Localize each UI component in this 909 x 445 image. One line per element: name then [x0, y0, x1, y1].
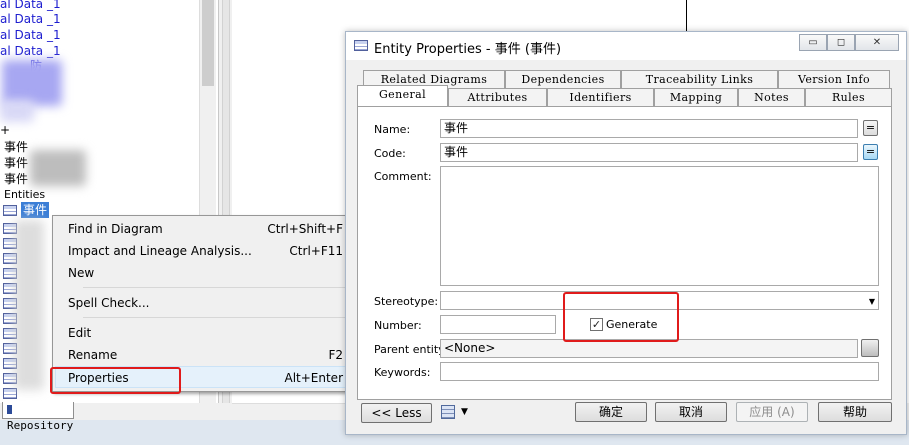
comment-textarea[interactable] — [440, 166, 879, 286]
menu-item-find-in-diagram[interactable]: Find in Diagram Ctrl+Shift+F — [55, 218, 362, 240]
table-icon — [3, 388, 17, 399]
context-menu: Find in Diagram Ctrl+Shift+F Impact and … — [52, 215, 365, 392]
tree-item-data[interactable]: al Data _1 — [0, 11, 61, 27]
name-field[interactable]: 事件 — [440, 119, 858, 138]
entity-properties-dialog: Entity Properties - 事件 (事件) ▭ ◻ ✕ Relate… — [345, 31, 907, 435]
tree-folder-entities[interactable]: Entities — [4, 187, 45, 203]
tree-item-selected-entity[interactable]: 事件 — [21, 202, 50, 218]
chevron-down-icon: ▼ — [868, 297, 875, 306]
menu-item-shortcut: Ctrl+Shift+F — [267, 222, 343, 236]
tab-identifiers[interactable]: Identifiers — [547, 88, 654, 106]
general-tab-panel: Name: 事件 = Code: 事件 = Comment: Stereotyp… — [357, 106, 892, 400]
keywords-field[interactable] — [440, 362, 879, 381]
tree-item-event[interactable]: 事件 — [4, 171, 28, 187]
minimize-button[interactable]: ▭ — [799, 34, 827, 51]
number-field[interactable] — [440, 315, 556, 334]
tab-notes[interactable]: Notes — [738, 88, 805, 106]
scrollbar-thumb[interactable] — [202, 0, 214, 86]
entity-icon — [354, 40, 368, 51]
tab-general[interactable]: General — [357, 85, 448, 106]
close-button[interactable]: ✕ — [855, 34, 899, 51]
menu-item-edit[interactable]: Edit ▶ — [55, 322, 362, 344]
menu-item-new[interactable]: New ▶ — [55, 262, 362, 284]
menu-item-label: Spell Check... — [68, 296, 150, 310]
highlight-box-generate — [563, 292, 679, 342]
cancel-button[interactable]: 取消 — [655, 402, 727, 422]
tab-attributes[interactable]: Attributes — [448, 88, 547, 106]
chevron-down-icon[interactable]: ▼ — [461, 407, 468, 417]
diagram-connector-line — [686, 0, 687, 31]
code-name-sync-button[interactable]: = — [863, 144, 878, 160]
dialog-title: Entity Properties - 事件 (事件) — [374, 42, 562, 57]
dialog-title-bar[interactable]: Entity Properties - 事件 (事件) ▭ ◻ ✕ — [346, 32, 906, 60]
tree-item-data[interactable]: al Data _1 — [0, 27, 61, 43]
repository-icon — [7, 405, 12, 414]
tab-rules[interactable]: Rules — [805, 88, 892, 106]
tab-version-info[interactable]: Version Info — [778, 70, 890, 88]
menu-item-label: Impact and Lineage Analysis... — [68, 244, 252, 258]
menu-item-spell-check[interactable]: Spell Check... — [55, 292, 362, 314]
pixelated-region — [14, 220, 44, 390]
help-button[interactable]: 帮助 — [818, 402, 892, 422]
properties-icon[interactable] — [861, 339, 879, 357]
stereotype-label: Stereotype: — [374, 295, 439, 308]
ok-button[interactable]: 确定 — [575, 402, 647, 422]
tree-item-event[interactable]: 事件 — [4, 155, 28, 171]
maximize-button[interactable]: ◻ — [827, 34, 855, 51]
comment-label: Comment: — [374, 170, 432, 183]
menu-icon[interactable] — [441, 405, 455, 419]
tab-dependencies[interactable]: Dependencies — [505, 70, 621, 88]
menu-item-shortcut: Alt+Enter — [284, 371, 343, 385]
horizontal-scrollbar[interactable] — [232, 403, 346, 420]
code-field[interactable]: 事件 — [440, 143, 858, 162]
menu-item-rename[interactable]: Rename F2 — [55, 344, 362, 366]
menu-item-shortcut: F2 — [328, 348, 343, 362]
menu-item-shortcut: Ctrl+F11 — [289, 244, 343, 258]
menu-item-label: New — [68, 266, 95, 280]
less-button[interactable]: << Less — [361, 403, 432, 423]
number-label: Number: — [374, 319, 422, 332]
menu-separator — [83, 287, 359, 288]
name-label: Name: — [374, 123, 411, 136]
menu-item-impact-analysis[interactable]: Impact and Lineage Analysis... Ctrl+F11 — [55, 240, 362, 262]
tab-traceability-links[interactable]: Traceability Links — [621, 70, 778, 88]
tree-expander[interactable]: + — [0, 122, 10, 138]
repository-tab-label: Repository — [7, 419, 74, 432]
table-icon — [3, 205, 17, 216]
tab-mapping[interactable]: Mapping — [654, 88, 738, 106]
menu-item-label: Rename — [68, 348, 118, 362]
highlight-box-properties — [50, 367, 181, 394]
menu-item-label: Find in Diagram — [68, 222, 163, 236]
repository-tab[interactable]: Repository — [2, 402, 74, 432]
pixelated-region — [30, 150, 86, 186]
code-label: Code: — [374, 147, 406, 160]
tree-item-event[interactable]: 事件 — [4, 139, 28, 155]
pixelated-region — [0, 100, 34, 122]
menu-separator — [83, 317, 359, 318]
menu-item-label: Edit — [68, 326, 92, 340]
keywords-label: Keywords: — [374, 366, 431, 379]
tree-item-data[interactable]: al Data _1 — [0, 43, 61, 59]
apply-button[interactable]: 应用 (A) — [736, 402, 808, 422]
parent-entity-label: Parent entity: — [374, 343, 448, 356]
name-code-sync-button[interactable]: = — [863, 120, 878, 136]
